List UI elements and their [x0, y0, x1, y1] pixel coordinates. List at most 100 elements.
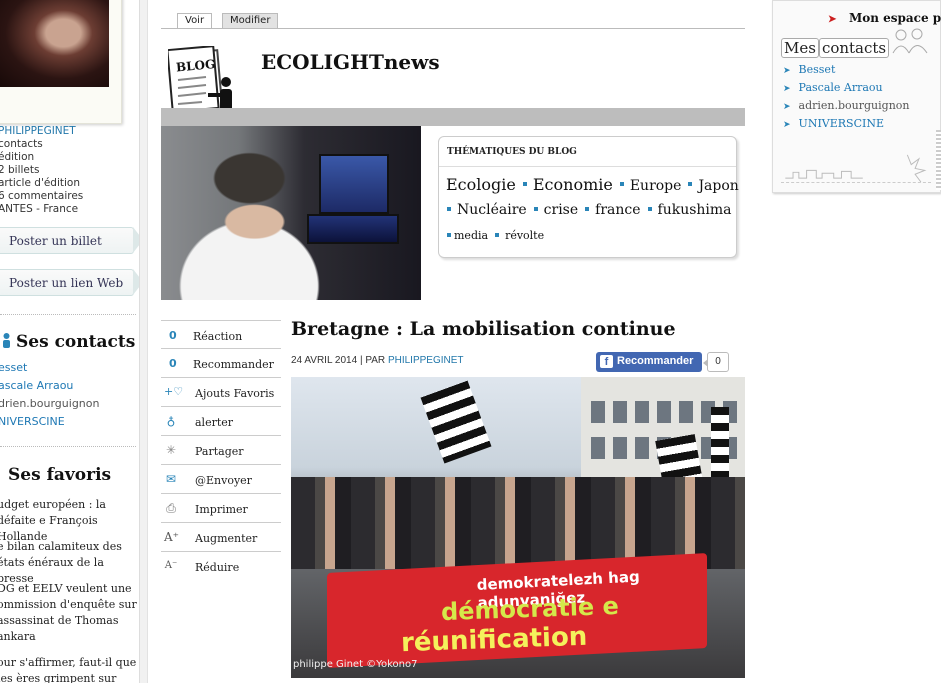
favorite-item[interactable]: our s'affirmer, faut-il que les ères gri… — [0, 655, 137, 683]
theme-tag[interactable]: Nucléaire — [457, 202, 527, 218]
my-contact-item[interactable]: ➤ UNIVERSCINE — [783, 117, 884, 130]
send-action[interactable]: ✉ @Envoyer — [161, 465, 281, 494]
chevron-right-icon: ➤ — [783, 120, 791, 130]
printer-icon: ⎙ — [166, 501, 176, 515]
themes-row: Ecologie Economie Europe Japon — [446, 175, 739, 194]
themes-title: THÉMATIQUES DU BLOG — [439, 137, 736, 167]
themes-row: media révolte — [447, 229, 544, 242]
post-by: PAR — [365, 355, 386, 366]
person-icon — [3, 333, 10, 348]
alert-action[interactable]: ♁ alerter — [161, 407, 281, 436]
post-title[interactable]: Bretagne : La mobilisation continue — [291, 318, 676, 340]
bullet-icon — [447, 206, 451, 211]
facebook-recommend-label: Recommander — [617, 355, 694, 367]
my-contact-item[interactable]: ➤ adrien.bourguignon — [783, 99, 910, 112]
right-scrollbar[interactable] — [936, 130, 941, 190]
divider — [0, 446, 136, 447]
flag-image — [420, 380, 492, 464]
theme-tag[interactable]: Economie — [533, 175, 613, 194]
tab-edit[interactable]: Modifier — [222, 13, 279, 28]
post-photo[interactable]: demokratelezh hag adunvaniğez démocratie… — [291, 377, 745, 678]
blog-title[interactable]: ECOLIGHTnews — [261, 50, 440, 74]
my-contact-item[interactable]: ➤ Pascale Arraou — [783, 81, 883, 94]
theme-tag[interactable]: révolte — [505, 229, 544, 242]
contacts-heading: Ses contacts — [0, 332, 135, 352]
facebook-count: 0 — [703, 352, 729, 372]
theme-tag[interactable]: france — [595, 202, 640, 218]
send-label: @Envoyer — [195, 474, 252, 487]
recommend-label: Recommander — [193, 358, 274, 371]
font-minus-icon: A⁻ — [164, 560, 178, 571]
sidebar-divider — [140, 0, 148, 683]
share-icon: ✳ — [165, 443, 177, 457]
photo-credit: philippe Ginet ©Yokono7 — [293, 659, 418, 670]
profile-username[interactable]: PHILIPPEGINET — [0, 125, 83, 138]
my-contact-name: adrien.bourguignon — [798, 99, 910, 112]
post-billet-button[interactable]: Poster un billet — [0, 227, 139, 254]
theme-tag[interactable]: crise — [544, 202, 578, 218]
skyline-doodle-icon — [781, 154, 931, 183]
print-label: Imprimer — [195, 503, 248, 516]
decrease-label: Réduire — [195, 561, 240, 574]
my-contacts-title-b: contacts — [818, 38, 890, 58]
favorite-item[interactable]: e bilan calamiteux des états énéraux de … — [0, 539, 137, 587]
recommend-action[interactable]: 0 Recommander — [161, 349, 281, 378]
avatar[interactable] — [0, 0, 109, 87]
header-band — [161, 108, 745, 126]
recommend-count: 0 — [169, 357, 177, 370]
contact-link[interactable]: ascale Arraou — [0, 377, 99, 395]
reaction-label: Réaction — [193, 330, 243, 343]
my-contact-item[interactable]: ➤ Besset — [783, 63, 835, 76]
my-contacts-title-a: Mes — [781, 38, 819, 58]
my-contact-name: Pascale Arraou — [798, 81, 883, 94]
left-sidebar: PHILIPPEGINET contacts édition 2 billets… — [0, 0, 140, 683]
post-link-button[interactable]: Poster un lien Web — [0, 269, 139, 296]
bullet-icon — [647, 206, 652, 211]
favorite-item[interactable]: udget européen : la défaite e François H… — [0, 497, 137, 545]
favorite-item[interactable]: DG et EELV veulent une ommission d'enquê… — [0, 581, 137, 645]
profile-stat[interactable]: 6 commentaires — [0, 190, 83, 203]
contact-link[interactable]: drien.bourguignon — [0, 395, 99, 413]
share-label: Partager — [195, 445, 244, 458]
my-contact-name: UNIVERSCINE — [798, 117, 884, 130]
contact-link[interactable]: esset — [0, 359, 99, 377]
reaction-count: 0 — [169, 329, 177, 342]
theme-tag[interactable]: Europe — [630, 178, 682, 194]
share-action[interactable]: ✳ Partager — [161, 436, 281, 465]
profile-stat[interactable]: contacts — [0, 138, 83, 151]
divider — [0, 314, 136, 315]
contact-link[interactable]: NIVERSCINE — [0, 413, 99, 431]
my-contacts-title: Mes contacts — [781, 38, 890, 58]
my-contact-name: Besset — [798, 63, 836, 76]
decrease-font-action[interactable]: A⁻ Réduire — [161, 552, 281, 581]
post-billet-label: Poster un billet — [9, 234, 102, 248]
bullet-icon — [585, 206, 590, 211]
reaction-action[interactable]: 0 Réaction — [161, 320, 281, 349]
post-date: 24 AVRIL 2014 | — [291, 355, 363, 366]
profile-stat[interactable]: 2 billets — [0, 164, 83, 177]
bullet-icon — [533, 206, 538, 211]
favorites-title: Ses favoris — [8, 465, 112, 485]
alert-label: alerter — [195, 416, 234, 429]
post-author[interactable]: PHILIPPEGINET — [388, 355, 464, 366]
tab-view[interactable]: Voir — [177, 13, 213, 28]
profile-stat[interactable]: édition — [0, 151, 83, 164]
profile-location: ANTES - France — [0, 203, 79, 215]
profile-stat[interactable]: article d'édition — [0, 177, 83, 190]
chevron-right-icon: ➤ — [783, 84, 791, 94]
bullet-icon — [619, 182, 624, 186]
facebook-recommend-button[interactable]: f Recommander — [596, 352, 702, 372]
theme-tag[interactable]: Ecologie — [446, 175, 516, 194]
print-action[interactable]: ⎙ Imprimer — [161, 494, 281, 523]
theme-tag[interactable]: media — [454, 229, 488, 242]
theme-tag[interactable]: fukushima — [658, 202, 732, 218]
profile-photo-frame[interactable] — [0, 0, 122, 124]
profile-stats: PHILIPPEGINET contacts édition 2 billets… — [0, 125, 83, 216]
right-panel: ➤ Mon espace perso Mescontacts ➤ Besset ➤… — [772, 0, 941, 193]
increase-font-action[interactable]: A⁺ Augmenter — [161, 523, 281, 552]
my-space-link[interactable]: ➤ Mon espace perso — [828, 11, 941, 25]
favorites-action[interactable]: +♡ Ajouts Favoris — [161, 378, 281, 407]
monitor-image — [319, 154, 389, 214]
chevron-right-icon: ➤ — [783, 102, 791, 112]
theme-tag[interactable]: Japon — [698, 178, 738, 194]
